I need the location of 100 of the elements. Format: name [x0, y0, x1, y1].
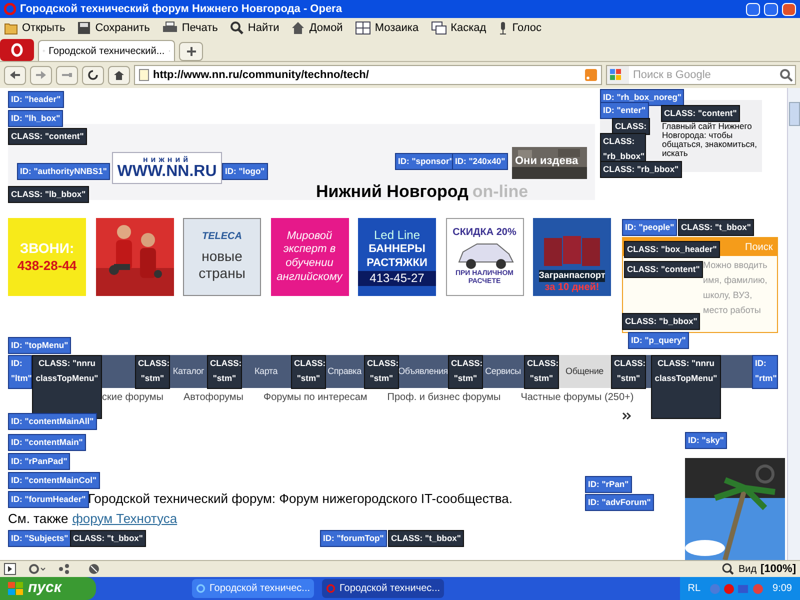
- plus-icon: [186, 47, 196, 56]
- menu-item[interactable]: Карта: [241, 355, 291, 388]
- debug-tag: ID: "header": [8, 91, 64, 108]
- menu-item[interactable]: Объявления: [398, 355, 448, 388]
- search-engine-icon[interactable]: [607, 66, 629, 84]
- menu-item[interactable]: Сервисы: [482, 355, 524, 388]
- submenu-link[interactable]: Форумы по интересам: [263, 390, 368, 404]
- debug-tag: ID: "sky": [685, 432, 727, 449]
- debug-tag: ID: "forumTop": [320, 530, 387, 547]
- printer-icon: [162, 21, 178, 35]
- intro-text: Главный сайт Нижнего Новгорода: чтобы общаться, знакомиться, искать: [662, 122, 758, 158]
- submenu-link[interactable]: Проф. и бизнес форумы: [387, 390, 501, 404]
- taskbar-button[interactable]: Городской техничес...: [192, 579, 314, 598]
- submenu-link[interactable]: ские форумы: [102, 390, 164, 404]
- logo-box[interactable]: нижний WWW.NN.RU: [112, 152, 222, 184]
- menu-item[interactable]: Общение: [558, 355, 611, 388]
- zoom-icon[interactable]: [722, 563, 734, 575]
- home-icon: [113, 70, 125, 80]
- banner-text: ЗВОНИ:: [20, 240, 74, 258]
- back-button[interactable]: [4, 66, 26, 84]
- debug-tag: CLASS: "stm": [207, 355, 242, 389]
- browser-tab[interactable]: Городской технический...: [38, 40, 175, 61]
- debug-tag: ID: "rPan": [585, 476, 632, 493]
- left-arrow-icon: [9, 70, 21, 80]
- toolbar-button[interactable]: Сохранить: [77, 20, 150, 36]
- opera-logo-icon: [11, 43, 23, 57]
- taskbar-button[interactable]: Городской техничес...: [322, 579, 444, 598]
- opera-logo-icon: [4, 3, 16, 15]
- toolbar-button[interactable]: Домой: [291, 20, 343, 36]
- opera-menu-button[interactable]: [0, 39, 34, 61]
- panel-toggle-icon[interactable]: [4, 563, 16, 575]
- sync-icon[interactable]: [28, 563, 46, 575]
- menu-item[interactable]: Каталог: [170, 355, 207, 388]
- debug-tag: ID: "contentMain": [8, 434, 86, 451]
- home-button[interactable]: [108, 66, 130, 84]
- search-icon[interactable]: [777, 66, 795, 84]
- new-tab-button[interactable]: [179, 42, 203, 61]
- led-banner[interactable]: Led Line БАННЕРЫ РАСТЯЖКИ 413-45-27: [358, 218, 436, 296]
- toolbar-button[interactable]: Найти: [230, 20, 280, 36]
- debug-tag: CLASS: "content": [8, 128, 87, 145]
- english-banner[interactable]: Мировой эксперт в обучении английскому: [270, 218, 348, 296]
- debug-tag: CLASS: "stm": [448, 355, 483, 389]
- maximize-button[interactable]: [764, 2, 778, 16]
- tray-icons-drawing: [708, 582, 765, 594]
- scrollbar-thumb[interactable]: [788, 102, 800, 126]
- banner-text: Мировой эксперт в обучении английскому: [276, 230, 344, 284]
- debug-tag: ID: "240x40": [452, 153, 508, 170]
- forum-heading: Городской технический форум: Форум нижегородского IT-сообщества.: [88, 491, 512, 506]
- search-hint: Можно вводить имя, фамилию, школу, ВУЗ, место работы: [703, 259, 768, 317]
- site-title-suffix: on-line: [472, 181, 528, 203]
- reload-button[interactable]: [82, 66, 104, 84]
- clock: 9:09: [772, 582, 792, 596]
- minimize-button[interactable]: [746, 2, 760, 16]
- debug-tag: ID: "rPanPad": [8, 453, 70, 470]
- debug-tag: CLASS: "stm": [524, 355, 559, 389]
- debug-tag: ID: "p_query": [628, 332, 689, 349]
- address-field[interactable]: http://www.nn.ru/community/techno/tech/: [134, 65, 602, 85]
- debug-tag: CLASS: "nnru classTopMenu": [651, 355, 721, 419]
- windows-logo-icon: [8, 582, 24, 596]
- debug-tag: CLASS: "content": [661, 105, 740, 122]
- toolbar-button[interactable]: Мозаика: [354, 20, 419, 36]
- banner-text: новые страны: [198, 248, 246, 283]
- submenu-link[interactable]: Частные форумы (250+): [520, 390, 634, 404]
- search-field[interactable]: Поиск в Google: [606, 65, 796, 85]
- browser-icon: [326, 583, 336, 594]
- debug-tag: CLASS: "stm": [364, 355, 399, 389]
- tile-windows-icon: [354, 21, 371, 35]
- search-input[interactable]: Поиск в Google: [633, 66, 773, 84]
- debug-tag: CLASS: "box_header": [624, 241, 720, 258]
- phone-banner[interactable]: ЗВОНИ: 438-28-44: [8, 218, 86, 296]
- forum-link[interactable]: форум Технотуса: [72, 508, 178, 528]
- folder-icon: [4, 21, 18, 35]
- language-indicator[interactable]: RL: [688, 581, 701, 596]
- banner-logo: TELECA: [202, 231, 242, 244]
- debug-tag: ID: "forumHeader": [8, 491, 89, 508]
- double-chevron-icon[interactable]: [622, 412, 632, 420]
- toolbar-button[interactable]: Печать: [162, 20, 218, 36]
- toolbar-button[interactable]: Голос: [498, 20, 542, 36]
- url-text: http://www.nn.ru/community/techno/tech/: [153, 68, 370, 83]
- toolbar-button[interactable]: Открыть: [4, 20, 66, 36]
- start-button[interactable]: пуск: [0, 577, 96, 600]
- passport-banner[interactable]: Загранпаспорт за 10 дней!: [533, 218, 611, 296]
- toolbar-button[interactable]: Каскад: [430, 20, 486, 36]
- banner-logo: Led Line: [374, 228, 420, 244]
- box-header: Поиск: [745, 240, 773, 254]
- teleca-banner[interactable]: TELECA новые страны: [183, 218, 261, 296]
- debug-tag: ID: "contentMainAll": [8, 413, 97, 430]
- banner-phone: 438-28-44: [17, 258, 77, 274]
- debug-tag: CLASS: "stm": [291, 355, 326, 389]
- site-title: Нижний Новгород: [316, 181, 468, 203]
- see-also-text: См. также: [8, 510, 68, 528]
- submenu-link[interactable]: Автофорумы: [184, 390, 244, 404]
- right-arrow-icon: [35, 70, 47, 80]
- menu-item[interactable]: Справка: [325, 355, 364, 388]
- debug-tag: CLASS: "rb_bbox": [600, 161, 682, 178]
- close-button[interactable]: [782, 2, 796, 16]
- tab-title: Городской технический...: [48, 44, 165, 58]
- floppy-icon: [77, 21, 92, 35]
- zoom-level[interactable]: [100%]: [760, 560, 796, 578]
- debug-tag: CLASS: "t_bbox": [388, 530, 464, 547]
